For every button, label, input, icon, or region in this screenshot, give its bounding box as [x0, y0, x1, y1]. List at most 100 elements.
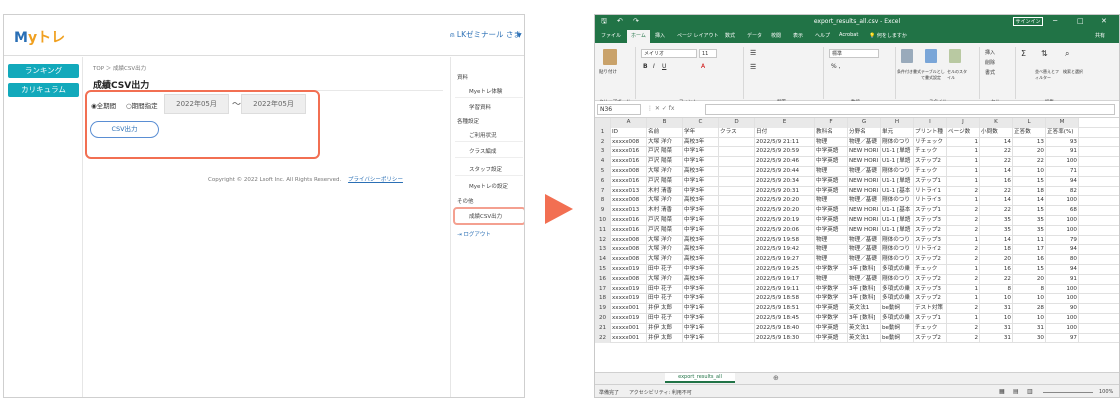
cell[interactable]: 1 [947, 284, 980, 295]
cell[interactable]: 高校3年 [683, 137, 719, 148]
cell[interactable]: NEW HORI [848, 206, 881, 216]
cell[interactable] [719, 265, 755, 275]
nav-myetore-trial[interactable]: Myeトレ体験 [469, 87, 502, 95]
cell[interactable]: 中学1年 [683, 225, 719, 236]
row-header[interactable]: 10 [595, 216, 611, 226]
cell[interactable]: 中学英語 [815, 157, 848, 167]
paste-icon[interactable] [603, 49, 617, 65]
cell[interactable]: 高校3年 [683, 245, 719, 256]
search-icon[interactable]: ⌕ [1065, 49, 1069, 59]
share-button[interactable]: 共有 [1095, 32, 1105, 39]
cell[interactable]: 物理 [815, 255, 848, 265]
cell[interactable]: 1 [947, 235, 980, 246]
font-size-select[interactable]: 11 [699, 49, 717, 58]
cell[interactable] [719, 304, 755, 314]
cell[interactable]: 15 [1013, 176, 1046, 187]
cell[interactable]: xxxxx019 [611, 284, 647, 295]
cell[interactable]: 戸沢 陽菜 [647, 225, 683, 236]
cell[interactable]: U1-1 [単語 [881, 225, 914, 236]
cell[interactable]: 中学1年 [683, 304, 719, 314]
cell[interactable]: 多項式の乗 [881, 314, 914, 324]
cell[interactable]: 英文法1 [848, 323, 881, 334]
cell[interactable]: 31 [1013, 323, 1046, 334]
cell[interactable]: NEW HORI [848, 176, 881, 187]
row-header[interactable]: 14 [595, 255, 611, 265]
cell[interactable]: 2 [947, 216, 980, 226]
cell[interactable]: 68 [1046, 206, 1079, 216]
cell[interactable]: 20 [980, 255, 1013, 265]
cell[interactable]: 8 [1013, 284, 1046, 295]
cell[interactable]: 物理／基礎 [848, 255, 881, 265]
cell[interactable]: 井伊 太郎 [647, 304, 683, 314]
nav-class-organization[interactable]: クラス編成 [469, 147, 496, 155]
conditional-format-icon[interactable] [901, 49, 913, 63]
cell[interactable]: 2 [947, 225, 980, 236]
cell[interactable]: 物理 [815, 235, 848, 246]
cell[interactable]: 10 [1013, 294, 1046, 305]
cell[interactable]: 大塚 洋介 [647, 274, 683, 285]
cell[interactable]: 剛体のつり [881, 137, 914, 148]
cell[interactable]: ステップ3 [914, 284, 947, 295]
cell[interactable]: リトライ3 [914, 196, 947, 207]
row-header[interactable]: 9 [595, 206, 611, 216]
cell[interactable]: xxxxx001 [611, 323, 647, 334]
cell[interactable]: xxxxx001 [611, 333, 647, 344]
cell[interactable] [719, 314, 755, 324]
cell[interactable]: 高校3年 [683, 235, 719, 246]
cell[interactable]: 剛体のつり [881, 255, 914, 265]
cell[interactable]: 1 [947, 294, 980, 305]
cell[interactable] [719, 294, 755, 305]
cell[interactable]: 英文法1 [848, 304, 881, 314]
cell[interactable]: 中学英語 [815, 206, 848, 216]
cell[interactable]: 2022/5/9 19:17 [755, 274, 815, 285]
cell[interactable]: 中学数学 [815, 284, 848, 295]
sheet-tab-export[interactable]: export_results_all [665, 373, 735, 383]
cell[interactable]: 戸沢 陽菜 [647, 147, 683, 158]
chevron-down-icon[interactable]: ▼ [517, 32, 522, 39]
cell[interactable] [719, 284, 755, 295]
cell[interactable]: 16 [980, 176, 1013, 187]
cell[interactable]: xxxxx013 [611, 186, 647, 197]
cell[interactable]: 中学英語 [815, 323, 848, 334]
cell[interactable]: 22 [980, 206, 1013, 216]
format-cells-button[interactable]: 書式 [985, 69, 995, 76]
row-header[interactable]: 22 [595, 333, 611, 344]
cell[interactable]: 分野名 [848, 127, 881, 138]
tab-acrobat[interactable]: Acrobat [839, 32, 858, 38]
radio-all-period[interactable]: ◉全期間 [91, 100, 116, 110]
row-header[interactable]: 3 [595, 147, 611, 158]
cell[interactable]: 3年 [数科] [848, 284, 881, 295]
cell[interactable]: 木村 清香 [647, 186, 683, 197]
cell[interactable]: 91 [1046, 147, 1079, 158]
cell-styles-icon[interactable] [949, 49, 961, 63]
cell[interactable]: 2022/5/9 19:27 [755, 255, 815, 265]
nav-learning-materials[interactable]: 学習資料 [469, 103, 491, 111]
cell[interactable]: 2 [947, 333, 980, 344]
cell[interactable]: be動詞 [881, 333, 914, 344]
row-header[interactable]: 6 [595, 176, 611, 187]
cell[interactable]: 31 [980, 333, 1013, 344]
cell[interactable]: リトライ1 [914, 186, 947, 197]
cell[interactable]: 10 [1013, 314, 1046, 324]
cell[interactable]: 日付 [755, 127, 815, 138]
font-color-icon[interactable]: A [701, 63, 705, 70]
cell[interactable] [719, 225, 755, 236]
privacy-policy-link[interactable]: プライバシーポリシー [348, 177, 403, 183]
cell[interactable]: 94 [1046, 245, 1079, 256]
row-header[interactable]: 18 [595, 294, 611, 305]
cell[interactable]: 中学英語 [815, 147, 848, 158]
cell[interactable]: 97 [1046, 333, 1079, 344]
tab-data[interactable]: データ [747, 32, 762, 39]
cell[interactable]: 中学1年 [683, 147, 719, 158]
row-header[interactable]: 20 [595, 314, 611, 324]
cell[interactable]: xxxxx008 [611, 235, 647, 246]
cell[interactable]: 93 [1046, 137, 1079, 148]
column-header[interactable]: D [719, 118, 755, 128]
cell[interactable]: 35 [980, 216, 1013, 226]
row-header[interactable]: 11 [595, 225, 611, 236]
cell[interactable]: 8 [980, 284, 1013, 295]
cell[interactable]: 1 [947, 157, 980, 167]
row-header[interactable]: 15 [595, 265, 611, 275]
cell[interactable]: 高校3年 [683, 274, 719, 285]
cell[interactable]: 単元 [881, 127, 914, 138]
